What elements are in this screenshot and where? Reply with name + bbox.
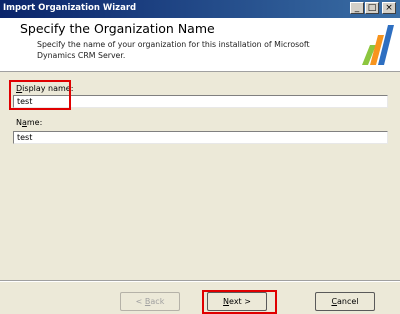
- display-name-input[interactable]: [13, 95, 388, 108]
- display-name-label: Display name:: [16, 84, 74, 93]
- title-bar: Import Organization Wizard _ □ ×: [0, 0, 400, 18]
- minimize-icon: _: [354, 3, 360, 13]
- page-description: Specify the name of your organization fo…: [37, 40, 310, 60]
- page-title: Specify the Organization Name: [20, 21, 215, 36]
- window-title: Import Organization Wizard: [3, 3, 137, 13]
- footer-separator: [0, 280, 400, 282]
- close-button[interactable]: ×: [382, 2, 396, 14]
- wizard-header: Specify the Organization Name Specify th…: [0, 18, 400, 72]
- next-button[interactable]: Next >: [207, 292, 267, 311]
- name-label: Name:: [16, 118, 43, 127]
- minimize-button[interactable]: _: [350, 2, 364, 14]
- microsoft-dynamics-logo-icon: [362, 25, 394, 65]
- cancel-button[interactable]: Cancel: [315, 292, 375, 311]
- name-input[interactable]: [13, 131, 388, 144]
- close-icon: ×: [385, 3, 393, 13]
- maximize-button[interactable]: □: [365, 2, 379, 14]
- back-button[interactable]: < Back: [120, 292, 180, 311]
- maximize-icon: □: [367, 3, 377, 13]
